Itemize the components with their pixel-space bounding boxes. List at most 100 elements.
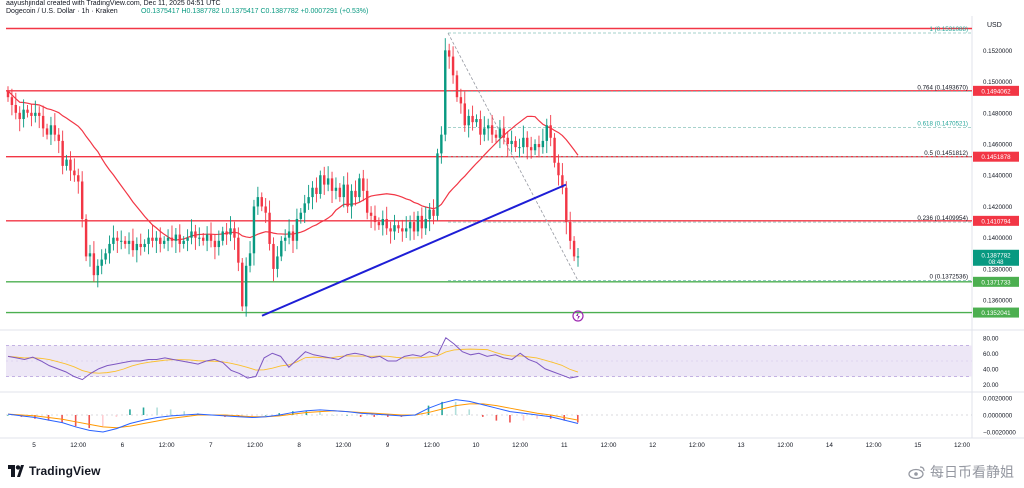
current-price-label: 0.1387782 [981,252,1011,259]
candle-body [104,253,107,260]
candle-body [291,231,295,241]
candle-body [61,140,64,166]
price-tick-label: 0.1500000 [983,79,1013,86]
candle-body [190,231,193,238]
macd-histogram-bar [522,415,525,421]
candle-body [272,243,275,269]
support-trendline [261,183,567,317]
candle-body [92,253,96,276]
time-tick-label: 15 [914,442,922,449]
candle-body [385,218,388,229]
candle-body [225,231,228,235]
candle-body [201,237,205,241]
rsi-tick-label: 20.00 [983,382,999,389]
candle-body [553,137,556,163]
candle-body [45,128,49,135]
candle-body [471,115,474,123]
candle-body [41,115,45,129]
fib-level-label: 1 (0.1531088) [929,26,968,33]
candle-body [73,170,76,176]
candle-body [194,231,197,238]
time-tick-label: 12:00 [159,442,175,449]
macd-histogram-bar [536,415,538,419]
candle-body [490,125,494,135]
symbol-line[interactable]: Dogecoin / U.S. Dollar · 1h · Kraken [6,5,118,19]
macd-histogram-bar [346,415,348,416]
macd-histogram-bar [102,415,104,427]
candle-body [244,265,248,307]
macd-histogram-bar [468,409,471,415]
time-tick-label: 12:00 [866,442,882,449]
candle-body [330,178,334,191]
candle-body [57,134,60,141]
candle-body [510,140,513,145]
candle-body [147,237,150,244]
candle-body [518,147,521,149]
time-tick-label: 12:00 [247,442,263,449]
candle-body [280,240,283,257]
price-tag-label: 0.1494062 [981,88,1011,95]
price-tick-label: 0.1400000 [983,235,1013,242]
candle-body [459,97,463,104]
candle-body [346,184,349,207]
currency-label: USD [987,22,1002,29]
candle-body [295,218,299,241]
candle-body [182,240,185,244]
tradingview-logo[interactable]: TradingView [8,464,101,478]
chart-header: aayushjindal created with TradingView.co… [0,0,1024,15]
candle-body [6,90,10,98]
fib-level-label: 0.764 (0.1493670) [917,84,968,91]
moving-average-line [7,90,579,241]
candle-body [576,256,580,258]
macd-histogram-bar [7,415,9,416]
candle-body [65,159,68,166]
candle-body [342,184,345,198]
candle-body [494,134,498,138]
candle-body [432,209,435,216]
candle-body [14,104,18,113]
candle-body [143,243,146,248]
time-tick-label: 11 [561,442,568,449]
time-tick-label: 5 [32,442,36,449]
candle-body [529,147,533,151]
candle-body [475,119,478,123]
time-tick-label: 8 [297,442,301,449]
candle-body [198,237,201,239]
candle-body [444,50,447,135]
watermark: 每日币看静姐 [908,462,1014,482]
macd-histogram-bar [509,415,511,423]
candle-body [96,265,100,276]
candle-body [123,240,127,244]
candle-body [77,175,80,182]
candle-body [205,234,209,241]
time-tick-label: 10 [472,442,480,449]
candle-body [131,240,135,251]
candle-body [221,231,224,241]
candle-body [323,175,326,185]
candle-body [483,128,486,135]
candle-body [287,231,291,238]
candle-body [463,103,466,126]
candle-body [10,97,14,105]
candle-body [522,137,525,148]
candle-body [233,228,236,238]
candle-body [373,215,377,223]
countdown-label: 08:48 [988,260,1004,266]
time-tick-label: 12:00 [954,442,970,449]
candle-body [283,237,287,241]
candle-body [229,228,232,235]
candle-body [303,203,306,213]
candle-body [326,178,330,185]
candle-body [549,125,552,138]
candle-body [139,243,142,248]
candle-body [69,159,72,171]
candle-body [479,119,482,135]
chart-canvas[interactable]: USD 0.1520000 0.1500000 0.1480000 0.1460000 0… [0,0,1024,456]
candle-body [362,178,365,191]
candle-body [455,75,459,98]
fib-level-label: 0 (0.1372536) [929,274,968,281]
candle-body [108,243,111,254]
rsi-tick-label: 80.00 [983,335,999,342]
ohlc-line: O0.1375417 H0.1387782 L0.1375417 C0.1387… [141,8,369,15]
macd-tick-label: 0.0020000 [983,395,1013,402]
